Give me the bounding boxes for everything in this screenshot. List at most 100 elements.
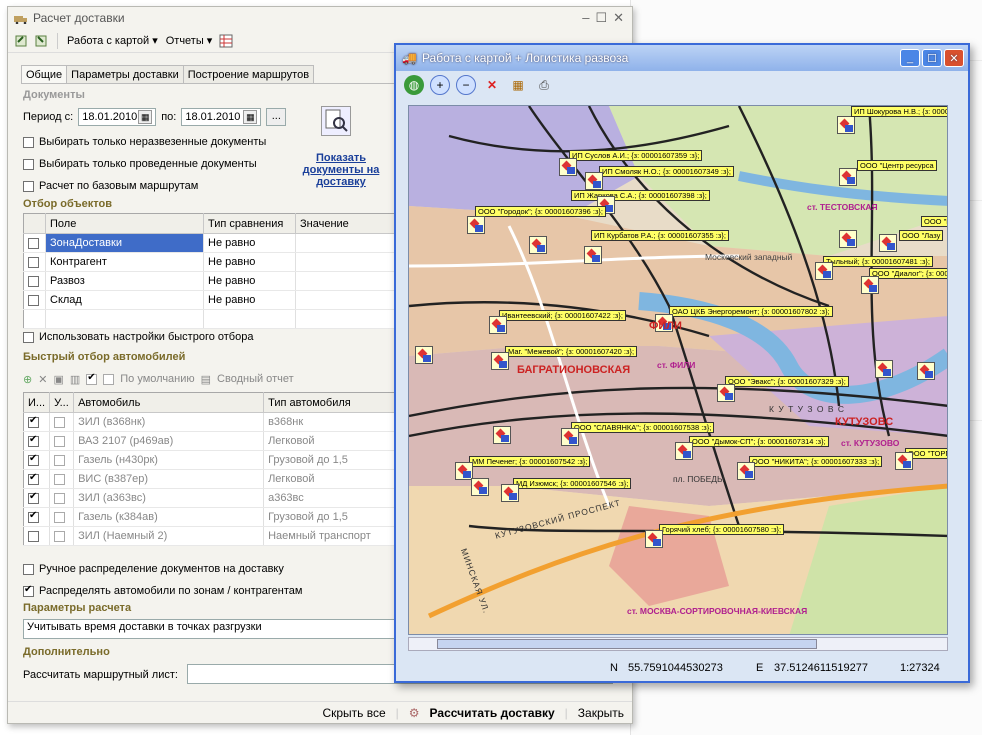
back-icon[interactable] [14, 33, 30, 49]
map-point-label[interactable]: ИП Смоляк Н.О.; {з: 00001607349 :з}; [599, 166, 735, 177]
map-point-marker[interactable] [839, 230, 857, 248]
map-point-label[interactable]: ООО "Ка [921, 216, 947, 227]
map-point-label[interactable]: ООО "Диалог"; {з: 00001 [869, 268, 947, 279]
calendar-icon[interactable]: ▦ [138, 110, 153, 124]
row-checkbox[interactable] [28, 530, 39, 542]
map-menu[interactable]: Работа с картой ▾ [63, 34, 162, 47]
check-all-icon[interactable] [86, 372, 98, 385]
map-canvas[interactable]: ИП Шокурова Н.В.; {з: 0000160 ИП Суслов … [408, 105, 948, 635]
map-point-marker[interactable] [471, 478, 489, 496]
map-point-marker[interactable] [717, 384, 735, 402]
map-point-marker[interactable] [585, 172, 603, 190]
map-point-marker[interactable] [675, 442, 693, 460]
calculate-delivery-button[interactable]: Рассчитать доставку [430, 706, 555, 720]
map-minimize-button[interactable]: _ [900, 49, 920, 67]
row-checkbox[interactable] [28, 510, 39, 523]
map-point-marker[interactable] [501, 484, 519, 502]
row-checkbox[interactable] [28, 256, 39, 268]
summary-report-button[interactable]: Сводный отчет [217, 373, 294, 385]
checkbox-posted[interactable] [23, 158, 34, 170]
map-point-label[interactable]: ООО "Лазу [899, 230, 944, 241]
tab-routes[interactable]: Построение маршрутов [182, 65, 315, 84]
map-point-label[interactable]: ИП Курбатов Р.А.; {з: 00001607355 :з}; [591, 230, 729, 241]
default-button[interactable]: По умолчанию [120, 373, 194, 385]
maximize-button[interactable]: ☐ [595, 10, 607, 26]
row-checkbox[interactable] [28, 472, 39, 485]
map-point-marker[interactable] [467, 216, 485, 234]
forward-icon[interactable] [34, 33, 50, 49]
uncheck-all-icon[interactable] [103, 373, 115, 385]
show-documents-link[interactable]: Показать документы на доставку [301, 152, 381, 188]
map-point-label[interactable]: ООО "Дымок-СП"; {з: 00001607314 :з}; [689, 436, 829, 447]
map-point-label[interactable]: ОАО ЦКБ Энергоремонт; {з: 00001607802 :з… [669, 306, 833, 317]
table-icon[interactable] [218, 33, 234, 49]
map-point-marker[interactable] [917, 362, 935, 380]
delete-icon[interactable]: ✕ [482, 75, 502, 95]
map-point-marker[interactable] [861, 276, 879, 294]
map-point-label[interactable]: ИП Суслов А.И.; {з: 00001607359 :з}; [569, 150, 703, 161]
checkbox-quick-filter[interactable] [23, 331, 34, 343]
delete-icon[interactable]: ✕ [38, 373, 47, 386]
zoom-in-icon[interactable]: + [430, 75, 450, 95]
minimize-button[interactable]: – [582, 10, 589, 26]
map-point-marker[interactable] [491, 352, 509, 370]
map-point-marker[interactable] [561, 428, 579, 446]
checkbox-base-routes[interactable] [23, 180, 34, 192]
map-point-marker[interactable] [529, 236, 547, 254]
map-point-label[interactable]: ООО "НИКИТА"; {з: 00001607333 :з}; [749, 456, 883, 467]
map-point-label[interactable]: ИП Жаркова С.А.; {з: 00001607398 :з}; [571, 190, 710, 201]
map-point-marker[interactable] [839, 168, 857, 186]
row-checkbox[interactable] [28, 294, 39, 306]
map-point-label[interactable]: МД Изюмск; {з: 00001607546 :з}; [513, 478, 632, 489]
row-checkbox[interactable] [28, 415, 39, 428]
map-point-marker[interactable] [559, 158, 577, 176]
close-window-button[interactable]: Закрыть [578, 706, 624, 720]
copy-icon[interactable]: ▣ [53, 373, 63, 386]
map-point-marker[interactable] [879, 234, 897, 252]
map-point-label[interactable]: Маг. "Межевой"; {з: 00001607420 :з}; [505, 346, 638, 357]
globe-icon[interactable]: ◍ [404, 75, 424, 95]
date-to-field[interactable]: 18.01.2010 ▦ [181, 108, 262, 126]
calendar-icon[interactable]: ▦ [243, 110, 258, 124]
hide-all-button[interactable]: Скрыть все [322, 706, 385, 720]
map-point-label[interactable]: ООО "Центр ресурса [857, 160, 937, 171]
map-point-marker[interactable] [493, 426, 511, 444]
map-horizontal-scrollbar[interactable] [408, 637, 948, 651]
map-point-marker[interactable] [875, 360, 893, 378]
save-icon[interactable]: ▤ [201, 373, 211, 386]
layers-icon[interactable]: ▦ [508, 75, 528, 95]
map-point-marker[interactable] [489, 316, 507, 334]
map-point-marker[interactable] [837, 116, 855, 134]
period-select-button[interactable]: ... [266, 108, 287, 126]
row-checkbox[interactable] [28, 453, 39, 466]
magnifier-icon[interactable] [321, 106, 351, 136]
map-point-label[interactable]: ООО "СЛАВЯНКА"; {з: 00001607538 :з}; [571, 422, 715, 433]
scroll-thumb[interactable] [437, 639, 817, 649]
checkbox-manual-dist[interactable] [23, 563, 34, 575]
checkbox-by-zones[interactable] [23, 584, 34, 597]
map-point-label[interactable]: Горячий хлеб; {з: 00001607580 :з}; [659, 524, 785, 535]
tab-general[interactable]: Общие [21, 65, 68, 84]
row-checkbox[interactable] [28, 491, 39, 504]
close-button[interactable]: ✕ [613, 10, 624, 26]
map-maximize-button[interactable]: ☐ [922, 49, 942, 67]
map-point-label[interactable]: ООО "Эвакс"; {з: 00001607329 :з}; [725, 376, 849, 387]
print-icon[interactable]: ⎙ [534, 75, 554, 95]
map-point-marker[interactable] [415, 346, 433, 364]
map-point-marker[interactable] [895, 452, 913, 470]
map-point-marker[interactable] [584, 246, 602, 264]
pages-icon[interactable]: ▥ [70, 373, 80, 386]
row-checkbox[interactable] [28, 275, 39, 287]
map-point-label[interactable]: Ивантеевский; {з: 00001607422 :з}; [499, 310, 626, 321]
row-checkbox[interactable] [28, 434, 39, 447]
map-point-label[interactable]: ИП Шокурова Н.В.; {з: 0000160 [851, 106, 947, 117]
map-point-marker[interactable] [737, 462, 755, 480]
map-close-button[interactable]: ✕ [944, 49, 964, 67]
row-checkbox[interactable] [28, 237, 39, 249]
add-icon[interactable]: ⊕ [23, 373, 32, 386]
map-point-marker[interactable] [645, 530, 663, 548]
checkbox-undelivered[interactable] [23, 136, 34, 148]
tab-delivery-params[interactable]: Параметры доставки [66, 65, 184, 84]
map-point-label[interactable]: Тыльный; {з: 00001607481 :з}; [823, 256, 934, 267]
map-point-label[interactable]: ООО "Городок"; {з: 00001607396 :з}; [475, 206, 607, 217]
